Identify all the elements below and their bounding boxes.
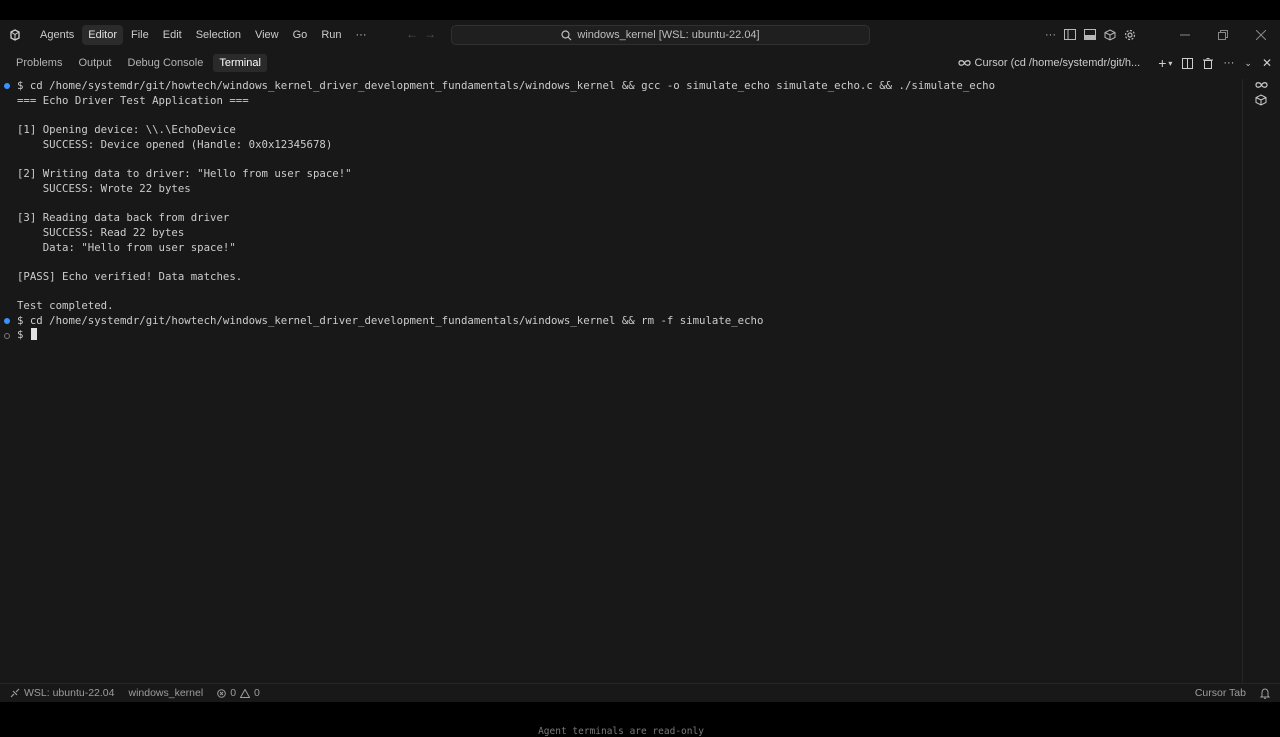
cursor-tab-status[interactable]: Cursor Tab bbox=[1195, 687, 1246, 699]
panel-header: Problems Output Debug Console Terminal C… bbox=[0, 52, 1280, 74]
terminal-line: [1] Opening device: \\.\EchoDevice bbox=[17, 123, 236, 136]
notifications-bell-icon[interactable] bbox=[1260, 687, 1270, 699]
error-icon bbox=[217, 688, 227, 698]
infinity-icon bbox=[957, 60, 971, 66]
menu-selection[interactable]: Selection bbox=[190, 25, 247, 45]
readonly-notice: Agent terminals are read-only bbox=[538, 726, 704, 737]
maximize-panel-chevron-icon[interactable]: ⌄ bbox=[1244, 58, 1252, 69]
terminal-cursor bbox=[30, 328, 37, 340]
terminal-line: SUCCESS: Device opened (Handle: 0x0x1234… bbox=[17, 138, 333, 151]
title-bar: Agents Editor File Edit Selection View G… bbox=[0, 20, 1280, 49]
terminal-line: Data: "Hello from user space!" bbox=[17, 241, 236, 254]
window-controls bbox=[1166, 20, 1280, 49]
terminal-prompt: $ bbox=[17, 328, 30, 341]
terminal-line: [3] Reading data back from driver bbox=[17, 211, 230, 224]
remote-indicator[interactable]: WSL: ubuntu-22.04 bbox=[10, 687, 114, 699]
command-center-text: windows_kernel [WSL: ubuntu-22.04] bbox=[577, 29, 760, 41]
tab-output[interactable]: Output bbox=[72, 54, 117, 72]
menu-more[interactable]: ··· bbox=[350, 25, 373, 45]
menu-run[interactable]: Run bbox=[315, 25, 347, 45]
terminal-line: $ cd /home/systemdr/git/howtech/windows_… bbox=[17, 79, 996, 92]
restore-icon[interactable] bbox=[1204, 20, 1242, 49]
toggle-primary-sidebar-icon[interactable] bbox=[1064, 29, 1076, 40]
terminal-name-label: Cursor (cd /home/systemdr/git/h... bbox=[974, 57, 1141, 69]
infinity-icon[interactable] bbox=[1255, 76, 1268, 94]
terminal-side-strip bbox=[1242, 79, 1280, 684]
terminal-selector[interactable]: Cursor (cd /home/systemdr/git/h... bbox=[957, 57, 1141, 69]
command-center-search[interactable]: windows_kernel [WSL: ubuntu-22.04] bbox=[451, 25, 870, 45]
menu-edit[interactable]: Edit bbox=[157, 25, 188, 45]
terminal-line: $ cd /home/systemdr/git/howtech/windows_… bbox=[17, 314, 764, 327]
title-bar-right: ··· bbox=[1045, 20, 1280, 49]
terminal-line: SUCCESS: Read 22 bytes bbox=[17, 226, 185, 239]
more-actions-icon[interactable]: ··· bbox=[1045, 29, 1056, 41]
menu-file[interactable]: File bbox=[125, 25, 155, 45]
remote-label: WSL: ubuntu-22.04 bbox=[24, 687, 115, 699]
cube-icon[interactable] bbox=[1255, 93, 1267, 111]
tab-terminal[interactable]: Terminal bbox=[213, 54, 267, 72]
workspace-folder[interactable]: windows_kernel bbox=[128, 687, 203, 699]
remote-connection-icon bbox=[10, 688, 20, 698]
folder-label: windows_kernel bbox=[128, 687, 204, 699]
search-icon bbox=[561, 29, 572, 40]
warning-icon bbox=[240, 688, 251, 698]
error-count: 0 bbox=[230, 687, 237, 699]
menu-go[interactable]: Go bbox=[287, 25, 314, 45]
panel-actions: Cursor (cd /home/systemdr/git/h... + ▾ ·… bbox=[957, 52, 1272, 74]
screen: Agents Editor File Edit Selection View G… bbox=[0, 0, 1280, 737]
menu-view[interactable]: View bbox=[249, 25, 285, 45]
chevron-down-icon[interactable]: ▾ bbox=[1168, 59, 1172, 68]
terminal-prompt-line: $ bbox=[17, 328, 37, 342]
tab-problems[interactable]: Problems bbox=[10, 54, 68, 72]
split-terminal-icon[interactable] bbox=[1182, 57, 1194, 69]
new-terminal-plus-icon[interactable]: + bbox=[1158, 55, 1166, 71]
terminal-line: SUCCESS: Wrote 22 bytes bbox=[17, 182, 191, 195]
settings-gear-icon[interactable] bbox=[1124, 29, 1136, 41]
toggle-panel-icon[interactable] bbox=[1084, 29, 1096, 40]
menu-agents[interactable]: Agents bbox=[34, 25, 80, 45]
command-success-marker bbox=[4, 83, 10, 89]
layout-controls: ··· bbox=[1045, 29, 1136, 41]
more-actions-icon[interactable]: ··· bbox=[1223, 57, 1234, 69]
close-window-icon[interactable] bbox=[1242, 20, 1280, 49]
warning-count: 0 bbox=[254, 687, 260, 699]
terminal-line: === Echo Driver Test Application === bbox=[17, 94, 249, 107]
terminal-line: [2] Writing data to driver: "Hello from … bbox=[17, 167, 352, 180]
extensions-cube-icon[interactable] bbox=[1104, 28, 1116, 41]
problems-indicator[interactable]: 0 0 bbox=[217, 687, 260, 699]
navigation-arrows: ← → bbox=[406, 27, 436, 41]
terminal-line: Test completed. bbox=[17, 299, 114, 312]
cursor-window: Agents Editor File Edit Selection View G… bbox=[0, 20, 1280, 737]
terminal-line: [PASS] Echo verified! Data matches. bbox=[17, 270, 243, 283]
cursor-logo-icon[interactable] bbox=[0, 20, 30, 49]
forward-arrow-icon[interactable]: → bbox=[424, 27, 436, 41]
close-panel-icon[interactable]: ✕ bbox=[1262, 56, 1272, 70]
command-pending-marker bbox=[4, 333, 10, 339]
back-arrow-icon[interactable]: ← bbox=[406, 27, 418, 41]
command-success-marker bbox=[4, 318, 10, 324]
status-bar-right: Cursor Tab bbox=[1195, 684, 1270, 702]
terminal-output[interactable]: $ cd /home/systemdr/git/howtech/windows_… bbox=[0, 79, 1242, 737]
menu-editor[interactable]: Editor bbox=[82, 24, 123, 45]
minimize-icon[interactable] bbox=[1166, 20, 1204, 49]
trash-icon[interactable] bbox=[1203, 57, 1214, 69]
tab-debug-console[interactable]: Debug Console bbox=[122, 54, 210, 72]
menu-bar: Agents Editor File Edit Selection View G… bbox=[30, 20, 375, 49]
status-bar: WSL: ubuntu-22.04 windows_kernel 0 0 Cur… bbox=[0, 683, 1280, 702]
